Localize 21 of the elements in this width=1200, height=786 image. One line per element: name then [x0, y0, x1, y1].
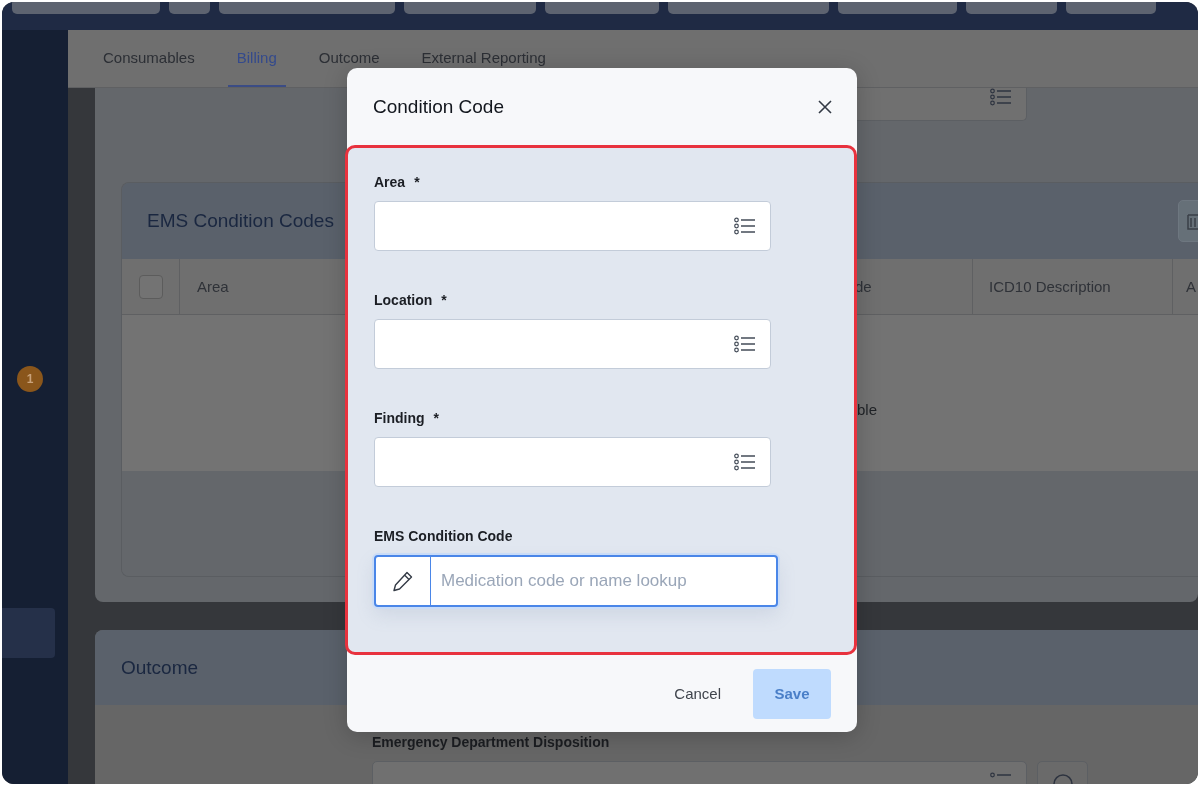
- tab[interactable]: Outcome: [318, 30, 380, 87]
- cancel-button[interactable]: Cancel: [674, 685, 721, 702]
- tab[interactable]: Consumables: [103, 30, 195, 87]
- tab[interactable]: External Reporting: [421, 30, 546, 87]
- field-label: Area: [374, 174, 406, 190]
- required-mark: *: [441, 292, 447, 308]
- count-badge: 1: [17, 366, 43, 392]
- empty-message: ble: [857, 401, 878, 418]
- field-label: EMS Condition Code: [374, 528, 513, 544]
- field-label: Location: [374, 292, 433, 308]
- column-header: Area: [196, 277, 230, 297]
- dialog-title: Condition Code: [373, 95, 504, 118]
- column-header: ICD10 Description: [973, 259, 1173, 314]
- required-mark: *: [433, 410, 439, 426]
- required-mark: *: [414, 174, 420, 190]
- section-title: Outcome: [121, 656, 199, 679]
- column-header: A: [1185, 277, 1197, 297]
- field-label: Emergency Department Disposition: [372, 734, 610, 750]
- field-label: Finding: [374, 410, 425, 426]
- lookup-field[interactable]: Medication code or name lookup: [431, 555, 778, 607]
- card-title: EMS Condition Codes: [147, 210, 334, 232]
